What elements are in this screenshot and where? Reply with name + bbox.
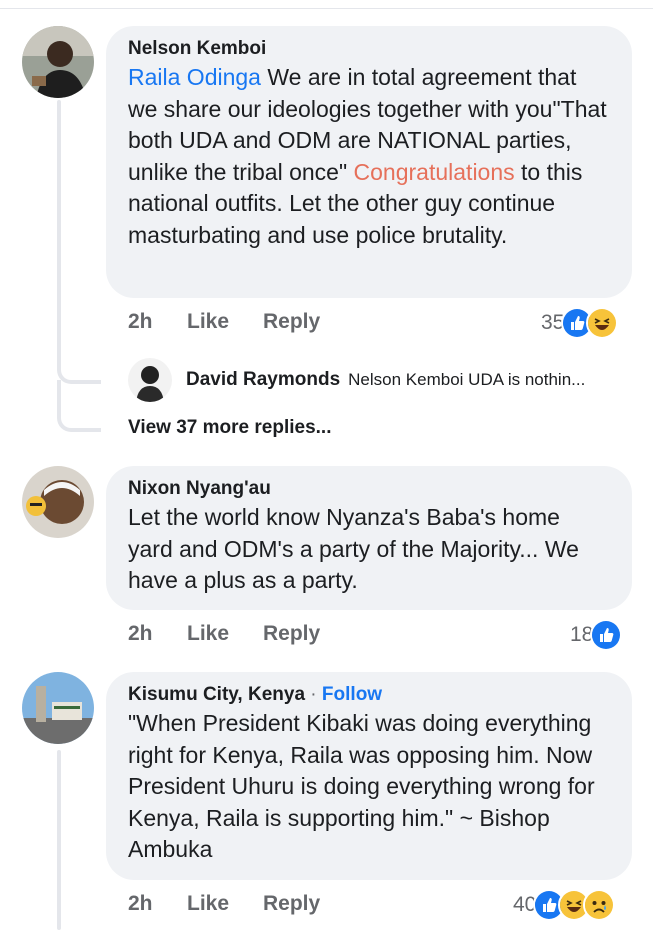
like-button[interactable]: Like (187, 622, 263, 646)
comment-time[interactable]: 2h (128, 622, 187, 646)
reply-author[interactable]: David Raymonds (186, 369, 340, 391)
reaction-summary[interactable]: 18 (570, 619, 623, 651)
comment-author-row: Kisumu City, Kenya · Follow (128, 682, 610, 708)
mention-link[interactable]: Raila Odinga (128, 64, 261, 90)
reaction-summary[interactable]: 35 (541, 307, 619, 339)
comment-bubble: Nelson Kemboi Raila Odinga We are in tot… (106, 26, 632, 298)
separator-dot: · (305, 684, 322, 705)
comment-text: Raila Odinga We are in total agreement t… (128, 62, 610, 251)
comment-author[interactable]: Nelson Kemboi (128, 36, 610, 62)
thread-branch (57, 380, 101, 432)
comment-bubble: Kisumu City, Kenya · Follow "When Presid… (106, 672, 632, 880)
comment-text: Let the world know Nyanza's Baba's home … (128, 504, 579, 593)
follow-button[interactable]: Follow (322, 684, 382, 705)
like-button[interactable]: Like (187, 310, 263, 334)
thread-line (57, 750, 61, 930)
avatar[interactable] (22, 466, 94, 538)
view-more-replies-link[interactable]: View 37 more replies... (128, 417, 331, 439)
highlighted-word: Congratulations (353, 158, 515, 185)
like-icon (590, 619, 623, 651)
sad-icon (583, 889, 616, 921)
comment-actions: 2h Like Reply (128, 892, 320, 916)
avatar[interactable] (22, 26, 94, 98)
comment-time[interactable]: 2h (128, 892, 187, 916)
comment-text: "When President Kibaki was doing everyth… (128, 710, 595, 862)
comment-time[interactable]: 2h (128, 310, 187, 334)
like-button[interactable]: Like (187, 892, 263, 916)
haha-icon (586, 307, 619, 339)
comment-bubble: Nixon Nyang'au Let the world know Nyanza… (106, 466, 632, 610)
comment-actions: 2h Like Reply (128, 622, 320, 646)
avatar[interactable] (22, 672, 94, 744)
top-divider (0, 8, 653, 9)
comment-actions: 2h Like Reply (128, 310, 320, 334)
avatar[interactable] (128, 358, 172, 402)
comment-author[interactable]: Kisumu City, Kenya (128, 684, 305, 705)
reply-preview[interactable]: David Raymonds Nelson Kemboi UDA is noth… (128, 358, 585, 402)
comment-author[interactable]: Nixon Nyang'au (128, 476, 610, 502)
reaction-summary[interactable]: 40 (513, 889, 616, 921)
thread-line (57, 100, 61, 355)
thread-branch (57, 348, 101, 384)
reply-button[interactable]: Reply (263, 310, 320, 334)
reply-button[interactable]: Reply (263, 622, 320, 646)
reply-button[interactable]: Reply (263, 892, 320, 916)
reply-snippet: Nelson Kemboi UDA is nothin... (348, 370, 586, 389)
